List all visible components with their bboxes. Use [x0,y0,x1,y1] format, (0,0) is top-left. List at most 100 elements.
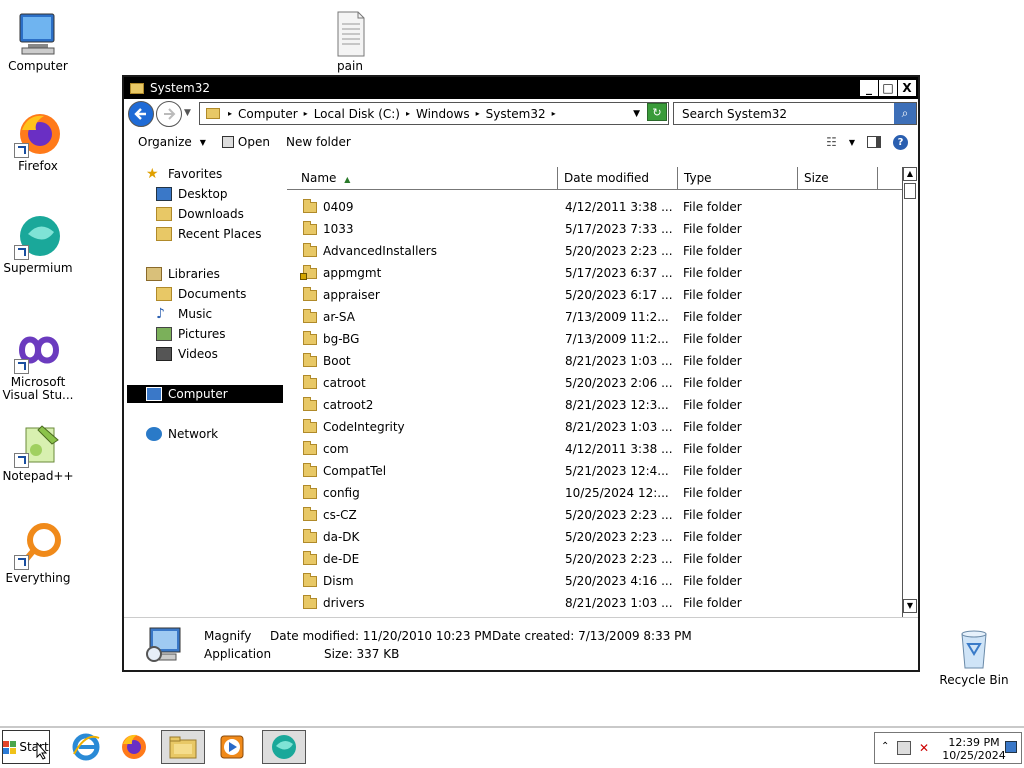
nav-label: Libraries [168,267,220,281]
file-name: da-DK [323,530,360,544]
taskbar-supermium[interactable] [262,730,306,764]
desktop-icon-notepadpp[interactable]: Notepad++ [0,420,76,483]
search-icon[interactable]: ⌕ [894,103,916,124]
nav-videos[interactable]: Videos [156,345,218,363]
column-header-size[interactable]: Size [798,167,878,189]
file-type: File folder [683,332,742,346]
maximize-button[interactable]: □ [879,80,897,96]
file-row[interactable]: drivers 8/21/2023 1:03 ... File folder [287,592,903,612]
file-row[interactable]: appmgmt 5/17/2023 6:37 ... File folder [287,262,903,284]
column-header-type[interactable]: Type [678,167,798,189]
desktop-icon-label: Microsoft Visual Stu... [2,375,74,402]
view-chevron-icon[interactable]: ▼ [849,138,855,147]
file-row[interactable]: Boot 8/21/2023 1:03 ... File folder [287,350,903,372]
column-header-name[interactable]: Name ▲ [287,167,558,189]
computer-icon [14,10,62,58]
desktop-icon-supermium[interactable]: Supermium [0,212,76,275]
nav-network[interactable]: Network [146,425,218,443]
desktop-icon-everything[interactable]: Everything [0,522,76,585]
clock[interactable]: 12:39 PM 10/25/2024 [941,736,1007,762]
view-options-icon[interactable]: ☷ [826,135,837,149]
nav-libraries[interactable]: Libraries [146,265,220,283]
file-type: File folder [683,244,742,258]
scroll-thumb[interactable] [904,183,916,199]
nav-favorites[interactable]: ★ Favorites [146,165,222,183]
file-row[interactable]: Dism 5/20/2023 4:16 ... File folder [287,570,903,592]
taskbar-media-player[interactable] [210,730,254,764]
search-input[interactable]: Search System32 ⌕ [673,102,917,125]
file-row[interactable]: da-DK 5/20/2023 2:23 ... File folder [287,526,903,548]
new-folder-button[interactable]: New folder [286,135,351,149]
file-row[interactable]: bg-BG 7/13/2009 11:2... File folder [287,328,903,350]
downloads-icon [156,207,172,221]
volume-muted-icon[interactable]: ✕ [919,741,929,755]
folder-icon [303,484,317,499]
scroll-up-icon[interactable]: ▲ [903,167,917,181]
file-row[interactable]: CodeIntegrity 8/21/2023 1:03 ... File fold… [287,416,903,438]
file-name: Boot [323,354,351,368]
desktop-icon [156,187,172,201]
nav-computer[interactable]: Computer [127,385,283,403]
file-row[interactable]: 1033 5/17/2023 7:33 ... File folder [287,218,903,240]
refresh-button[interactable]: ↻ [647,103,667,121]
file-row[interactable]: CompatTel 5/21/2023 12:4... File folder [287,460,903,482]
organize-button[interactable]: Organize ▼ [138,135,206,149]
file-row[interactable]: AdvancedInstallers 5/20/2023 2:23 ... File… [287,240,903,262]
desktop-icon-label: pain [337,59,363,73]
column-header-date[interactable]: Date modified [558,167,678,189]
folder-icon [303,308,317,323]
file-row[interactable]: config 10/25/2024 12:... File folder [287,482,903,504]
desktop-icon-pain[interactable]: pain [312,10,388,73]
recent-pages-chevron-icon[interactable]: ▼ [184,108,191,118]
address-bar[interactable]: ▸ Computer ▸ Local Disk (C:) ▸ Windows ▸… [199,102,669,125]
open-button[interactable]: Open [221,135,270,149]
desktop-icon-firefox[interactable]: Firefox [0,110,76,173]
file-date: 10/25/2024 12:... [565,486,669,500]
back-button[interactable] [128,101,154,127]
file-row[interactable]: de-DE 5/20/2023 2:23 ... File folder [287,548,903,570]
forward-button[interactable] [156,101,182,127]
nav-downloads[interactable]: Downloads [156,205,244,223]
file-row[interactable]: catroot2 8/21/2023 12:3... File folder [287,394,903,416]
file-row[interactable]: cs-CZ 5/20/2023 2:23 ... File folder [287,504,903,526]
vertical-scrollbar[interactable]: ▲ ▼ [902,167,918,617]
nav-pictures[interactable]: Pictures [156,325,226,343]
nav-recent-places[interactable]: Recent Places [156,225,261,243]
documents-icon [156,287,172,301]
file-date: 5/21/2023 12:4... [565,464,669,478]
file-row[interactable]: com 4/12/2011 3:38 ... File folder [287,438,903,460]
nav-documents[interactable]: Documents [156,285,246,303]
breadcrumb-windows[interactable]: Windows [416,107,470,121]
title-bar[interactable]: System32 _ □ X [124,77,918,99]
breadcrumb-computer[interactable]: Computer [238,107,298,121]
help-icon[interactable]: ? [893,134,908,150]
file-name: Dism [323,574,354,588]
breadcrumb-system32[interactable]: System32 [486,107,546,121]
minimize-button[interactable]: _ [860,80,878,96]
breadcrumb-separator-icon: ▸ [475,109,480,118]
desktop-icon-label: Computer [8,59,68,73]
file-row[interactable]: ar-SA 7/13/2009 11:2... File folder [287,306,903,328]
taskbar-internet-explorer[interactable] [64,730,108,764]
desktop-icon-visual-studio[interactable]: Microsoft Visual Stu... [0,326,76,402]
show-hidden-icons-chevron-icon[interactable]: ⌃ [881,741,889,752]
show-desktop-button[interactable] [1005,741,1017,753]
file-row[interactable]: appraiser 5/20/2023 6:17 ... File folder [287,284,903,306]
close-button[interactable]: X [898,80,916,96]
taskbar-explorer[interactable] [161,730,205,764]
taskbar-firefox[interactable] [112,730,156,764]
file-row[interactable]: catroot 5/20/2023 2:06 ... File folder [287,372,903,394]
folder-icon [303,374,317,389]
breadcrumb-local-disk[interactable]: Local Disk (C:) [314,107,400,121]
file-row[interactable]: 0409 4/12/2011 3:38 ... File folder [287,196,903,218]
scroll-down-icon[interactable]: ▼ [903,599,917,613]
nav-music[interactable]: ♪ Music [156,305,212,323]
desktop-icon-recycle-bin[interactable]: Recycle Bin [936,624,1012,687]
network-tray-icon[interactable] [897,741,911,755]
preview-pane-icon[interactable] [867,136,881,148]
desktop-icon-computer[interactable]: Computer [0,10,76,73]
details-date-modified: Date modified: 11/20/2010 10:23 PM [270,629,492,643]
pictures-icon [156,327,172,341]
address-dropdown-icon[interactable]: ▼ [633,109,640,119]
nav-desktop[interactable]: Desktop [156,185,228,203]
